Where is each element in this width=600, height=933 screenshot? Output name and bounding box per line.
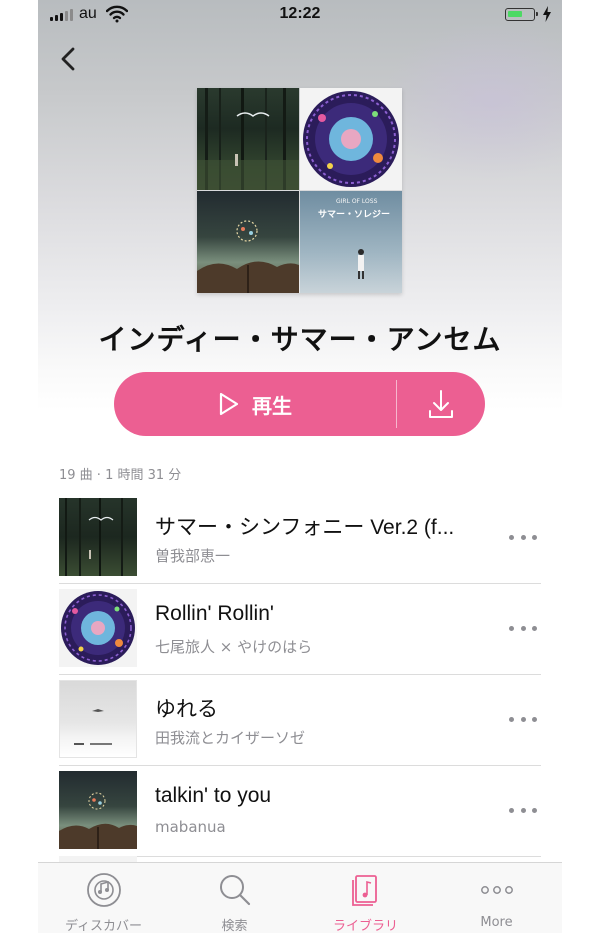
- cover-text-2: サマー・ソレジー: [318, 209, 390, 220]
- more-icon: [480, 886, 513, 894]
- playlist-meta: 19 曲 · 1 時間 31 分: [59, 468, 182, 483]
- status-bar: au 12:22: [38, 0, 562, 30]
- download-icon: [429, 390, 453, 418]
- tab-label: ディスカバー: [64, 919, 143, 933]
- clock: 12:22: [279, 5, 321, 22]
- track-title: talkin' to you: [155, 784, 272, 807]
- play-icon: [219, 392, 239, 416]
- track-artwork: [59, 680, 137, 758]
- track-title: ゆれる: [155, 698, 218, 721]
- cover-text-1: GIRL OF LOSS: [336, 198, 378, 205]
- play-download-control: 再生: [114, 372, 485, 436]
- tab-more[interactable]: More: [431, 863, 562, 933]
- playlist-title: インディー・サマー・アンセム: [98, 323, 502, 356]
- playlist-artwork: GIRL OF LOSS サマー・ソレジー: [197, 88, 402, 293]
- screen: au 12:22 GIRL OF LOSS サマー・ソレジー インディー・サマー…: [0, 0, 600, 933]
- track-title: サマー・シンフォニー Ver.2 (f...: [155, 516, 455, 539]
- track-row[interactable]: talkin' to you mabanua: [59, 766, 541, 857]
- track-list: サマー・シンフォニー Ver.2 (f... 曽我部恵一 Rollin' Rol…: [59, 493, 541, 857]
- tab-library[interactable]: ライブラリ: [300, 863, 431, 933]
- track-artist: 曽我部恵一: [155, 547, 231, 565]
- track-row[interactable]: Rollin' Rollin' 七尾旅人 × やけのはら: [59, 584, 541, 675]
- track-row[interactable]: ゆれる 田我流とカイザーソゼ: [59, 675, 541, 766]
- chevron-left-icon: [61, 47, 75, 71]
- left-margin: [0, 0, 38, 933]
- search-icon: [219, 875, 250, 906]
- tab-bar: ディスカバー 検索 ライブラリ More: [38, 862, 562, 933]
- play-button[interactable]: 再生: [114, 372, 396, 436]
- album-art-forest: [197, 88, 299, 190]
- track-artist: 七尾旅人 × やけのはら: [155, 638, 313, 656]
- download-button[interactable]: [397, 372, 485, 436]
- album-art-tree: [197, 191, 299, 293]
- track-artwork: [59, 771, 137, 849]
- tab-discover[interactable]: ディスカバー: [38, 863, 169, 933]
- phone-screen: au 12:22 GIRL OF LOSS サマー・ソレジー インディー・サマー…: [38, 0, 562, 933]
- charging-icon: [542, 6, 552, 27]
- track-artwork: [59, 498, 137, 576]
- tab-label: 検索: [221, 919, 248, 933]
- track-artist: mabanua: [155, 818, 226, 836]
- battery-icon: [505, 8, 538, 21]
- more-options-button[interactable]: [509, 618, 537, 638]
- tab-search[interactable]: 検索: [169, 863, 300, 933]
- more-options-button[interactable]: [509, 527, 537, 547]
- track-artwork: [59, 589, 137, 667]
- more-options-button[interactable]: [509, 800, 537, 820]
- play-label: 再生: [252, 393, 292, 418]
- track-artist: 田我流とカイザーソゼ: [155, 729, 306, 747]
- tab-label: More: [480, 915, 513, 930]
- album-art-summer: GIRL OF LOSS サマー・ソレジー: [300, 191, 402, 293]
- track-row[interactable]: サマー・シンフォニー Ver.2 (f... 曽我部恵一: [59, 493, 541, 584]
- right-margin: [562, 0, 600, 933]
- tab-label: ライブラリ: [332, 919, 398, 933]
- more-options-button[interactable]: [509, 709, 537, 729]
- album-art-vinyl: [300, 88, 402, 190]
- disc-icon: [86, 873, 121, 907]
- back-button[interactable]: [56, 42, 82, 76]
- track-title: Rollin' Rollin': [155, 602, 274, 625]
- library-icon: [351, 875, 377, 906]
